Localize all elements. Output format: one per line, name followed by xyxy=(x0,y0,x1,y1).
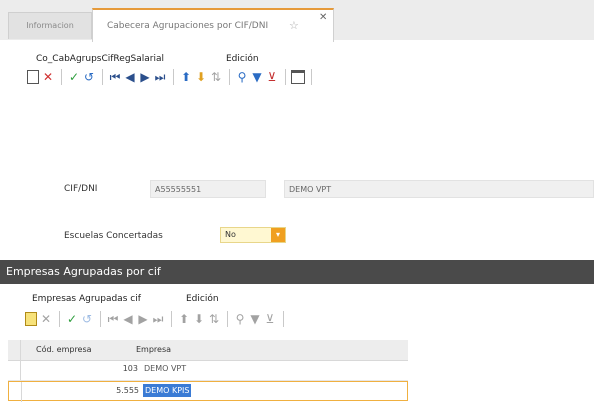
top-menu: Co_CabAgrupsCifRegSalarial Edición xyxy=(0,54,594,68)
prev-record-icon[interactable]: ◀ xyxy=(123,69,137,85)
last-record-icon[interactable]: ⏭ xyxy=(153,69,167,85)
table-row[interactable]: 103 DEMO VPT xyxy=(8,360,408,381)
pin-icon[interactable]: ☆ xyxy=(289,19,299,32)
cif-field[interactable]: A55555551 xyxy=(150,180,266,198)
table-row[interactable]: 5.555 DEMO KPIS xyxy=(8,381,408,402)
escuelas-value: No xyxy=(225,230,236,239)
section-header: Empresas Agrupadas por cif xyxy=(0,260,594,284)
toolbar-separator xyxy=(173,69,174,85)
cif-label: CIF/DNI xyxy=(64,184,98,194)
close-icon[interactable]: ✕ xyxy=(319,12,327,23)
toolbar-separator xyxy=(102,69,103,85)
toolbar-separator xyxy=(311,69,312,85)
new-record-icon[interactable] xyxy=(24,311,38,327)
escuelas-select[interactable]: No ▾ xyxy=(220,227,286,243)
last-record-icon[interactable]: ⏭ xyxy=(151,311,165,327)
menu-co-cab[interactable]: Co_CabAgrupsCifRegSalarial xyxy=(36,54,164,64)
window-icon[interactable] xyxy=(291,69,305,85)
move-down-icon[interactable]: ⬇ xyxy=(194,69,208,85)
delete-icon[interactable]: ✕ xyxy=(39,311,53,327)
row-selector-header[interactable] xyxy=(8,340,21,360)
toolbar-separator xyxy=(227,311,228,327)
chevron-down-icon[interactable]: ▾ xyxy=(271,228,285,242)
toolbar-separator xyxy=(171,311,172,327)
prev-record-icon[interactable]: ◀ xyxy=(121,311,135,327)
delete-icon[interactable]: ✕ xyxy=(41,69,55,85)
cell-code: 5.555 xyxy=(116,386,139,395)
cell-name: DEMO VPT xyxy=(144,364,187,373)
sub-menu: Empresas Agrupadas cif Edición xyxy=(0,294,594,308)
grid-toolbar: ✕ ✓ ↺ ⏮ ◀ ▶ ⏭ ⬆ ⬇ ⇅ ⚲ ▼ ⊻ xyxy=(24,310,289,328)
next-record-icon[interactable]: ▶ xyxy=(136,311,150,327)
escuelas-label: Escuelas Concertadas xyxy=(64,231,163,241)
next-record-icon[interactable]: ▶ xyxy=(138,69,152,85)
cell-code: 103 xyxy=(122,364,138,373)
filter-icon[interactable]: ▼ xyxy=(250,69,264,85)
col-header-name[interactable]: Empresa xyxy=(136,345,171,354)
tab-informacion[interactable]: Informacion xyxy=(8,12,92,39)
move-down-icon[interactable]: ⬇ xyxy=(192,311,206,327)
toolbar-separator xyxy=(61,69,62,85)
undo-icon[interactable]: ↺ xyxy=(82,69,96,85)
toolbar-separator xyxy=(100,311,101,327)
toolbar-separator xyxy=(283,311,284,327)
clear-filter-icon[interactable]: ⊻ xyxy=(263,311,277,327)
search-icon[interactable]: ⚲ xyxy=(233,311,247,327)
top-toolbar: ✕ ✓ ↺ ⏮ ◀ ▶ ⏭ ⬆ ⬇ ⇅ ⚲ ▼ ⊻ xyxy=(26,68,317,86)
col-header-code[interactable]: Cód. empresa xyxy=(36,345,92,354)
first-record-icon[interactable]: ⏮ xyxy=(106,311,120,327)
new-record-icon[interactable] xyxy=(26,69,40,85)
sort-icon[interactable]: ⇅ xyxy=(207,311,221,327)
tab-label: Cabecera Agrupaciones por CIF/DNI xyxy=(107,21,269,31)
tab-cabecera-agrupaciones[interactable]: Cabecera Agrupaciones por CIF/DNI ☆ ✕ xyxy=(92,8,334,42)
toolbar-separator xyxy=(59,311,60,327)
menu-edicion[interactable]: Edición xyxy=(226,54,259,64)
filter-icon[interactable]: ▼ xyxy=(248,311,262,327)
first-record-icon[interactable]: ⏮ xyxy=(108,69,122,85)
toolbar-separator xyxy=(285,69,286,85)
move-up-icon[interactable]: ⬆ xyxy=(179,69,193,85)
menu-empresas-agrupadas[interactable]: Empresas Agrupadas cif xyxy=(32,294,141,304)
undo-icon[interactable]: ↺ xyxy=(80,311,94,327)
tab-strip: Informacion Cabecera Agrupaciones por CI… xyxy=(0,0,594,42)
save-check-icon[interactable]: ✓ xyxy=(67,69,81,85)
clear-filter-icon[interactable]: ⊻ xyxy=(265,69,279,85)
cell-name[interactable]: DEMO KPIS xyxy=(143,384,192,397)
save-check-icon[interactable]: ✓ xyxy=(65,311,79,327)
menu-edicion-sub[interactable]: Edición xyxy=(186,294,219,304)
search-icon[interactable]: ⚲ xyxy=(235,69,249,85)
sort-icon[interactable]: ⇅ xyxy=(209,69,223,85)
move-up-icon[interactable]: ⬆ xyxy=(177,311,191,327)
grid-header: Cód. empresa Empresa xyxy=(8,340,408,361)
company-name-field[interactable]: DEMO VPT xyxy=(284,180,594,198)
toolbar-separator xyxy=(229,69,230,85)
